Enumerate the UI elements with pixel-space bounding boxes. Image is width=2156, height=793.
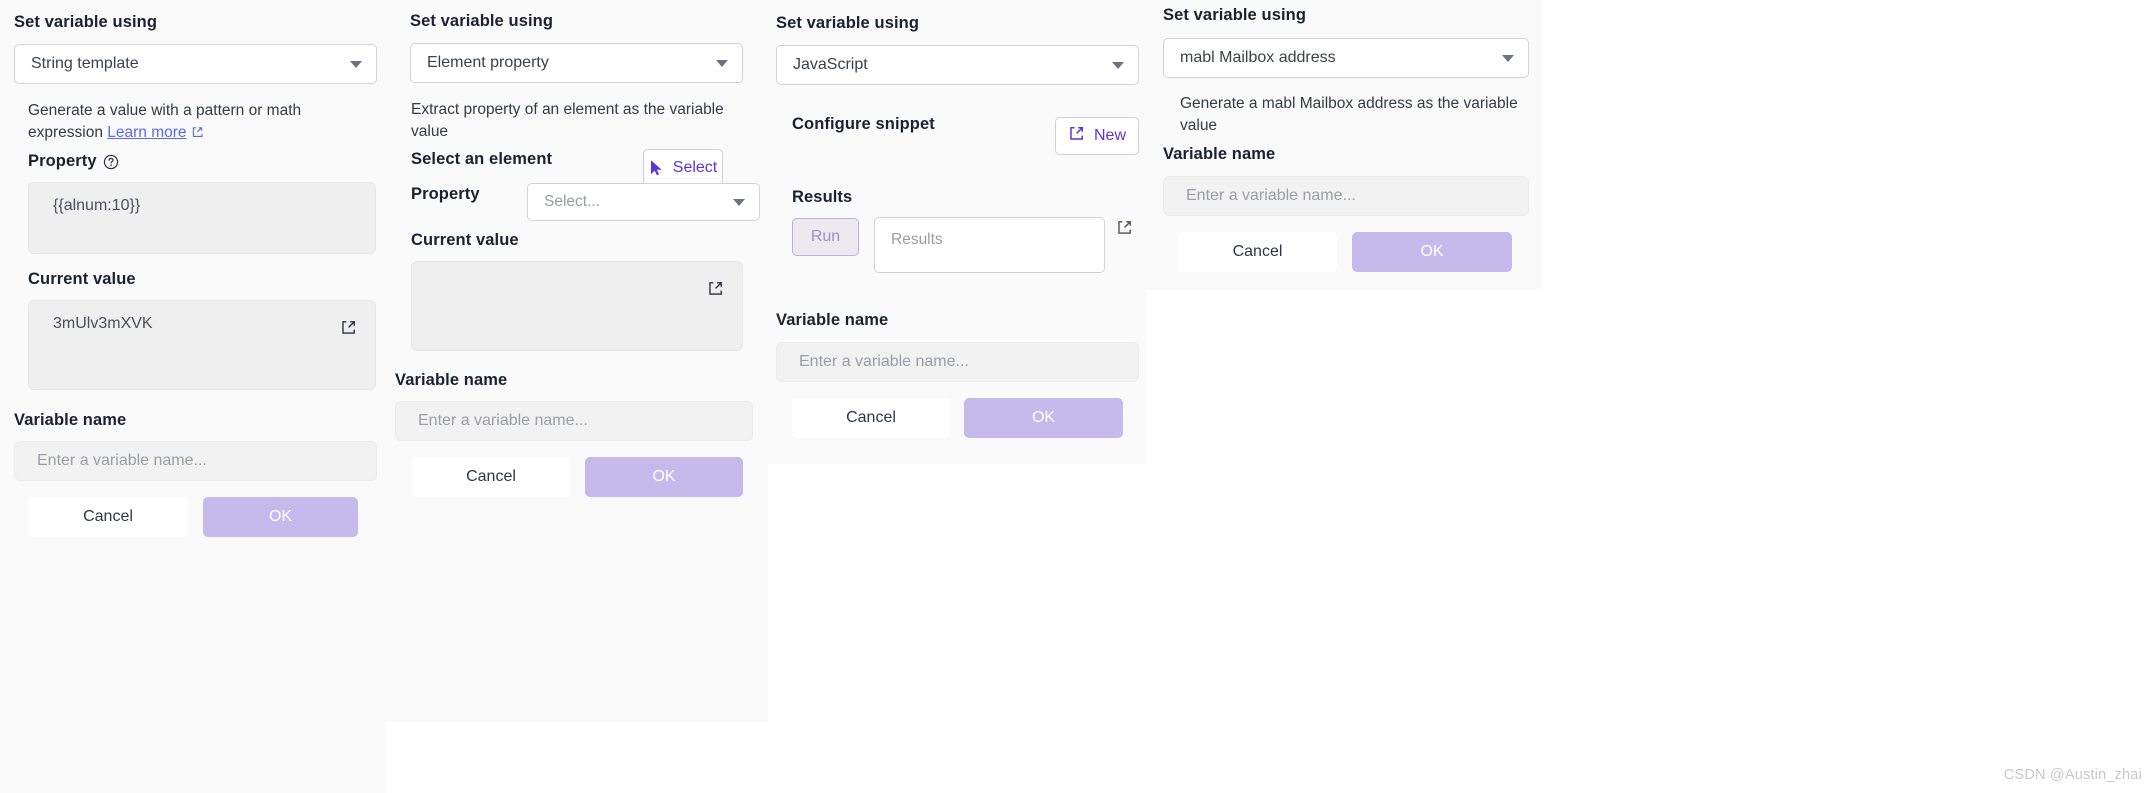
learn-more-link[interactable]: Learn more xyxy=(107,124,203,141)
cancel-button[interactable]: Cancel xyxy=(412,457,570,497)
run-button[interactable]: Run xyxy=(792,218,859,256)
set-variable-using-select[interactable]: JavaScript xyxy=(776,45,1139,85)
variable-name-label: Variable name xyxy=(14,411,127,429)
set-variable-using-selected-value: String template xyxy=(31,55,139,72)
ok-button-label: OK xyxy=(268,508,293,525)
current-value-box[interactable] xyxy=(411,261,743,351)
cancel-button-label: Cancel xyxy=(846,409,896,426)
set-variable-panel-javascript: Set variable using JavaScript Configure … xyxy=(768,0,1147,464)
chevron-down-icon xyxy=(716,60,728,67)
new-snippet-button-label: New xyxy=(1094,127,1127,144)
set-variable-panel-element-property: Set variable using Element property Extr… xyxy=(385,0,768,722)
select-element-button-label: Select xyxy=(672,159,718,176)
cancel-button[interactable]: Cancel xyxy=(1178,232,1337,272)
variable-name-label: Variable name xyxy=(395,371,508,389)
set-variable-using-label: Set variable using xyxy=(776,14,920,32)
property-label-row: Property xyxy=(28,152,119,172)
mabl-mailbox-description: Generate a mabl Mailbox address as the v… xyxy=(1180,95,1518,134)
external-link-icon[interactable] xyxy=(340,319,357,336)
set-variable-using-label: Set variable using xyxy=(1163,6,1307,24)
ok-button[interactable]: OK xyxy=(203,497,358,537)
variable-name-placeholder: Enter a variable name... xyxy=(1186,187,1356,204)
string-template-description-block: Generate a value with a pattern or math … xyxy=(28,100,338,146)
cancel-button[interactable]: Cancel xyxy=(28,497,188,537)
screenshot-root: Set variable using String template Gener… xyxy=(0,0,2156,793)
select-an-element-label: Select an element xyxy=(411,150,553,168)
new-snippet-button[interactable]: New xyxy=(1055,117,1139,155)
current-value-label: Current value xyxy=(28,270,136,288)
cancel-button-label: Cancel xyxy=(466,468,516,485)
external-link-icon xyxy=(191,124,204,146)
external-link-icon[interactable] xyxy=(707,280,724,297)
set-variable-using-selected-value: Element property xyxy=(427,54,549,71)
property-value-box[interactable]: {{alnum:10}} xyxy=(28,182,376,254)
ok-button[interactable]: OK xyxy=(1352,232,1512,272)
cancel-button-label: Cancel xyxy=(1232,243,1283,260)
variable-name-label: Variable name xyxy=(1163,145,1276,163)
help-circle-icon[interactable] xyxy=(103,154,119,170)
current-value: 3mUlv3mXVK xyxy=(53,315,153,332)
variable-name-placeholder: Enter a variable name... xyxy=(799,353,969,370)
element-property-description: Extract property of an element as the va… xyxy=(411,101,724,140)
set-variable-using-label: Set variable using xyxy=(410,12,554,30)
learn-more-label: Learn more xyxy=(107,124,187,141)
set-variable-using-selected-value: JavaScript xyxy=(793,56,868,73)
ok-button[interactable]: OK xyxy=(964,398,1123,438)
current-value-label: Current value xyxy=(411,231,519,249)
property-select[interactable]: Select... xyxy=(527,183,760,221)
variable-name-placeholder: Enter a variable name... xyxy=(418,412,588,429)
set-variable-panel-string-template: Set variable using String template Gener… xyxy=(0,0,385,793)
ok-button-label: OK xyxy=(1420,243,1444,260)
variable-name-input[interactable]: Enter a variable name... xyxy=(14,441,377,481)
cancel-button[interactable]: Cancel xyxy=(792,398,950,438)
watermark: CSDN @Austin_zhai xyxy=(2003,767,2142,783)
ok-button[interactable]: OK xyxy=(585,457,743,497)
set-variable-using-select[interactable]: Element property xyxy=(410,43,743,83)
ok-button-label: OK xyxy=(652,468,676,485)
select-element-button[interactable]: Select xyxy=(643,149,723,187)
chevron-down-icon xyxy=(1502,55,1514,62)
chevron-down-icon xyxy=(1112,62,1124,69)
set-variable-using-select[interactable]: String template xyxy=(14,44,377,84)
chevron-down-icon xyxy=(350,61,362,68)
set-variable-panel-mabl-mailbox: Set variable using mabl Mailbox address … xyxy=(1147,0,1542,290)
external-link-icon[interactable] xyxy=(1116,219,1133,236)
set-variable-using-label: Set variable using xyxy=(14,13,158,31)
external-link-icon xyxy=(1068,125,1085,147)
variable-name-input[interactable]: Enter a variable name... xyxy=(1163,176,1529,216)
property-label: Property xyxy=(28,152,97,170)
variable-name-label: Variable name xyxy=(776,311,889,329)
cursor-arrow-icon xyxy=(649,159,664,177)
property-label: Property xyxy=(411,185,480,203)
ok-button-label: OK xyxy=(1031,409,1056,426)
configure-snippet-label: Configure snippet xyxy=(792,115,935,133)
set-variable-using-select[interactable]: mabl Mailbox address xyxy=(1163,38,1529,78)
cancel-button-label: Cancel xyxy=(83,508,133,525)
property-value: {{alnum:10}} xyxy=(53,197,141,214)
current-value-box[interactable]: 3mUlv3mXVK xyxy=(28,300,376,390)
results-label: Results xyxy=(792,188,853,206)
property-select-placeholder: Select... xyxy=(544,193,600,210)
set-variable-using-selected-value: mabl Mailbox address xyxy=(1180,49,1336,66)
run-button-label: Run xyxy=(810,228,841,245)
chevron-down-icon xyxy=(733,199,745,206)
variable-name-input[interactable]: Enter a variable name... xyxy=(776,342,1139,382)
variable-name-placeholder: Enter a variable name... xyxy=(37,452,207,469)
variable-name-input[interactable]: Enter a variable name... xyxy=(395,401,753,441)
results-placeholder: Results xyxy=(891,231,943,248)
results-output-box[interactable]: Results xyxy=(874,217,1105,273)
